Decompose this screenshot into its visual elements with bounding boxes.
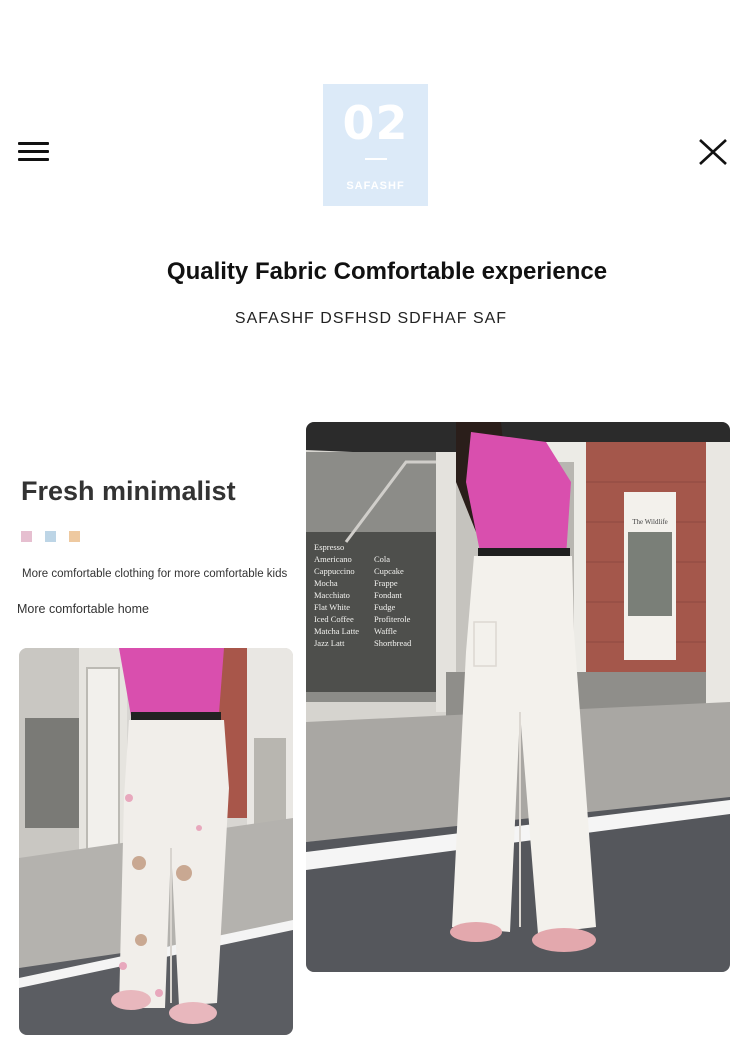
menu-item: Cola [374, 554, 390, 564]
badge-number: 02 [342, 96, 409, 150]
menu-item: Cupcake [374, 566, 404, 576]
menu-bar [18, 158, 49, 161]
badge-divider [365, 158, 387, 160]
page-headline: Quality Fabric Comfortable experience [166, 258, 608, 285]
menu-item: Frappe [374, 578, 398, 588]
close-icon-glyph [699, 139, 727, 165]
section-number-badge: 02 SAFASHF [323, 84, 428, 206]
caption-kids: More comfortable clothing for more comfo… [22, 568, 288, 580]
product-photo-large[interactable]: The Wildlife Espresso Americano Cappucci… [306, 422, 730, 972]
menu-item: Fudge [374, 602, 395, 612]
model-white-bear-jeans-photo [19, 648, 293, 1035]
close-icon[interactable] [697, 136, 731, 170]
menu-item: Macchiato [314, 590, 350, 600]
menu-bar [18, 142, 49, 145]
page-subheadline: SAFASHF DSFHSD SDFHAF SAF [234, 310, 508, 327]
menu-item: Fondant [374, 590, 403, 600]
section-title: Fresh minimalist [21, 476, 236, 506]
hamburger-menu-icon[interactable] [18, 140, 49, 164]
menu-item: Jazz Latt [314, 638, 345, 648]
color-swatch-blue[interactable] [45, 531, 56, 542]
menu-item: Iced Coffee [314, 614, 354, 624]
menu-bar [18, 150, 49, 153]
menu-item: Matcha Latte [314, 626, 359, 636]
poster-title: The Wildlife [632, 518, 668, 526]
badge-text: SAFASHF [346, 180, 405, 192]
menu-item: Profiterole [374, 614, 411, 624]
menu-item: Americano [314, 554, 352, 564]
menu-item: Waffle [374, 626, 397, 636]
product-photo-small[interactable] [19, 648, 293, 1035]
menu-item: Cappuccino [314, 566, 355, 576]
menu-item: Mocha [314, 578, 338, 588]
caption-home: More comfortable home [17, 602, 150, 616]
model-white-wide-jeans-street-photo: The Wildlife Espresso Americano Cappucci… [306, 422, 730, 972]
menu-item: Espresso [314, 542, 344, 552]
color-swatch-pink[interactable] [21, 531, 32, 542]
menu-item: Flat White [314, 602, 350, 612]
menu-item: Shortbread [374, 638, 412, 648]
color-swatch-orange[interactable] [69, 531, 80, 542]
